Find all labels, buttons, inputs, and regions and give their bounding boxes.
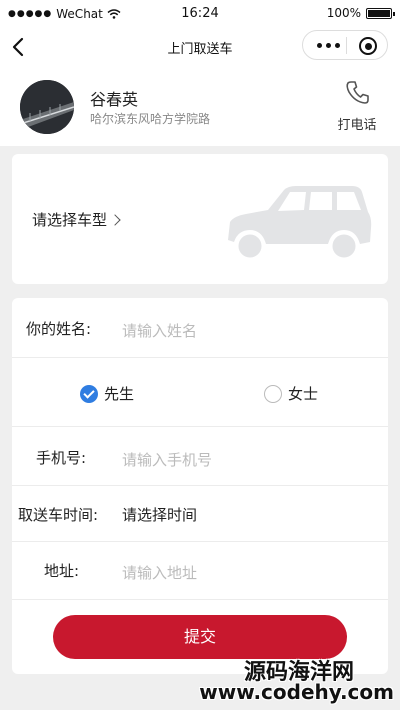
address-label: 地址: xyxy=(44,562,80,580)
chevron-right-icon xyxy=(109,213,121,226)
close-mini-program-icon[interactable] xyxy=(359,37,377,55)
battery-icon xyxy=(366,7,395,19)
gender-male-label: 先生 xyxy=(104,385,135,403)
time-picker[interactable]: 请选择时间 xyxy=(122,504,197,525)
nav-bar: 上门取送车 xyxy=(0,28,400,66)
radio-checked-icon xyxy=(80,384,98,403)
address-row: 地址: 请输入地址 xyxy=(12,542,388,600)
name-label: 你的姓名: xyxy=(26,320,92,338)
more-menu-icon[interactable] xyxy=(317,43,340,48)
battery-percent: 100% xyxy=(326,6,361,20)
choose-car-type[interactable]: 请选择车型 xyxy=(32,209,121,230)
gender-row: 先生 女士 xyxy=(12,358,388,427)
radio-unchecked-icon xyxy=(264,384,282,403)
time-label: 取送车时间: xyxy=(18,506,99,524)
phone-label: 手机号: xyxy=(36,449,87,467)
choose-car-type-label: 请选择车型 xyxy=(32,211,108,229)
technician-name: 谷春英 xyxy=(90,90,139,109)
phone-icon xyxy=(346,81,369,104)
name-row: 你的姓名: 请输入姓名 xyxy=(12,298,388,358)
gender-male-option[interactable]: 先生 xyxy=(80,383,134,404)
address-input[interactable]: 请输入地址 xyxy=(122,562,197,583)
technician-address: 哈尔滨东风哈方学院路 xyxy=(90,112,211,126)
call-button[interactable]: 打电话 xyxy=(332,78,382,133)
car-type-card[interactable]: 请选择车型 xyxy=(12,154,388,284)
name-input[interactable]: 请输入姓名 xyxy=(122,320,197,341)
gender-female-label: 女士 xyxy=(288,385,319,403)
call-label: 打电话 xyxy=(337,118,377,133)
avatar-image xyxy=(20,80,74,134)
gender-female-option[interactable]: 女士 xyxy=(264,383,318,404)
phone-input[interactable]: 请输入手机号 xyxy=(122,449,212,470)
mini-program-capsule xyxy=(302,30,388,60)
time-row: 取送车时间: 请选择时间 xyxy=(12,486,388,542)
capsule-divider xyxy=(346,37,347,54)
booking-form: 你的姓名: 请输入姓名 先生 女士 手机号: 请输入手机号 取送车时间: 请选择… xyxy=(12,298,388,674)
watermark-url: www.codehy.com xyxy=(199,680,394,704)
page: ●●●●● WeChat 16:24 100% 上门取送车 谷春英 哈尔滨东风哈… xyxy=(0,0,400,710)
phone-row: 手机号: 请输入手机号 xyxy=(12,427,388,486)
status-right: 100% xyxy=(326,6,395,20)
status-bar: ●●●●● WeChat 16:24 100% xyxy=(0,0,400,28)
avatar xyxy=(20,80,74,134)
technician-profile: 谷春英 哈尔滨东风哈方学院路 打电话 xyxy=(0,66,400,146)
submit-button[interactable]: 提交 xyxy=(53,615,347,659)
car-silhouette-icon xyxy=(228,186,372,261)
